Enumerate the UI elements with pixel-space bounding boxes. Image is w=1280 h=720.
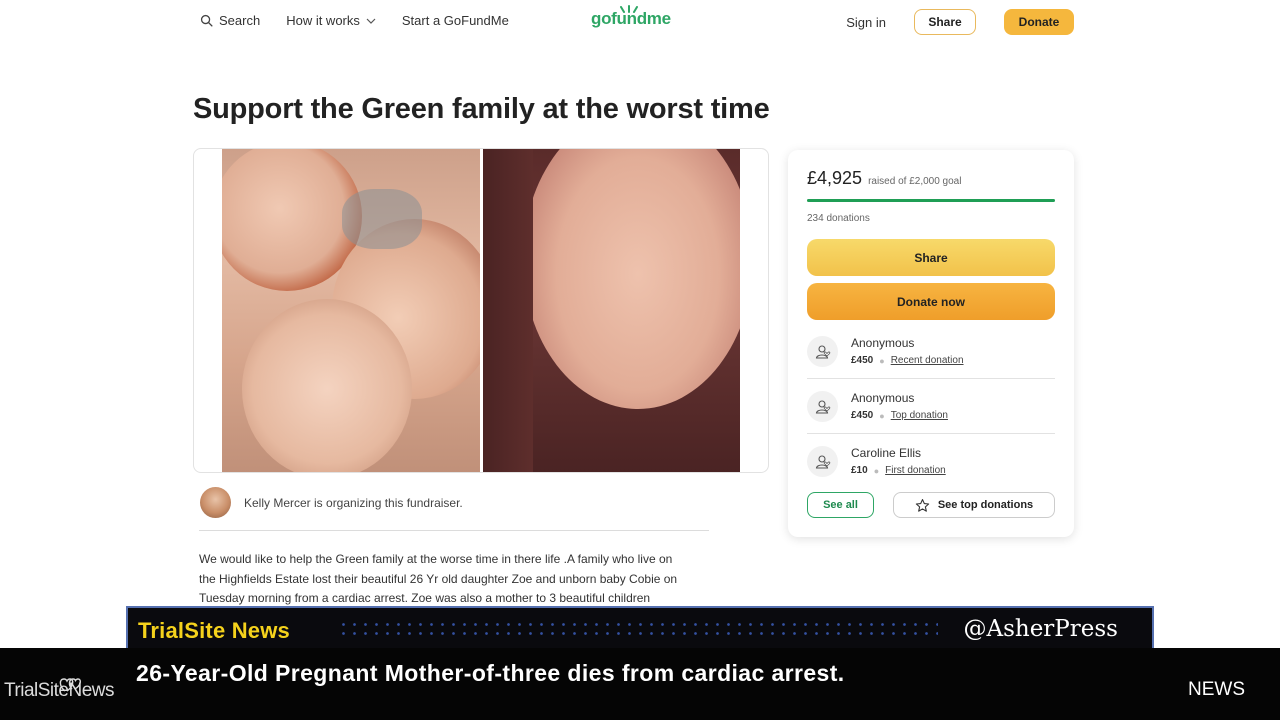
- see-top-donations-button[interactable]: See top donations: [893, 492, 1055, 518]
- header-donate-button[interactable]: Donate: [1004, 9, 1074, 35]
- how-it-works-label: How it works: [286, 13, 360, 28]
- news-ticker-top: TrialSite News @AsherPress: [126, 606, 1154, 649]
- story-line: the Highfields Estate lost their beautif…: [199, 571, 678, 586]
- donor-amount: £10: [851, 465, 868, 476]
- user-heart-icon: [815, 454, 830, 469]
- donor-name: Caroline Ellis: [851, 446, 922, 460]
- separator-dot: ●: [873, 465, 880, 476]
- donor-avatar: [807, 336, 838, 367]
- campaign-title: Support the Green family at the worst ti…: [193, 93, 770, 125]
- organizer-divider: [199, 530, 709, 531]
- progress-bar: [807, 199, 1055, 202]
- nav-left: Search How it works Start a GoFundMe: [200, 13, 535, 28]
- donor-item[interactable]: Anonymous £450 ● Recent donation: [807, 330, 1055, 385]
- ticker-dot-pattern: [338, 620, 938, 638]
- donation-count: 234 donations: [807, 213, 870, 224]
- sprout-icon: [620, 5, 638, 13]
- mother-photo: [483, 149, 740, 472]
- start-fundraiser-link[interactable]: Start a GoFundMe: [402, 13, 509, 28]
- campaign-story: We would like to help the Green family a…: [199, 550, 719, 609]
- donor-divider: [807, 378, 1055, 379]
- separator-dot: ●: [879, 355, 885, 366]
- donor-item[interactable]: Anonymous £450 ● Top donation: [807, 385, 1055, 440]
- separator-dot: ●: [879, 410, 885, 421]
- donor-meta: £10 ● First donation: [851, 465, 946, 476]
- donor-meta: £450 ● Recent donation: [851, 355, 964, 366]
- see-all-button[interactable]: See all: [807, 492, 874, 518]
- search-link[interactable]: Search: [200, 13, 260, 28]
- donor-tag[interactable]: Recent donation: [891, 355, 964, 366]
- donor-avatar: [807, 391, 838, 422]
- donor-amount: £450: [851, 355, 874, 366]
- progress-fill: [807, 199, 1055, 202]
- news-ticker-main: 26-Year-Old Pregnant Mother-of-three die…: [0, 648, 1280, 720]
- donation-panel: £4,925 raised of £2,000 goal 234 donatio…: [788, 150, 1074, 537]
- header-share-button[interactable]: Share: [914, 9, 976, 35]
- story-line: We would like to help the Green family a…: [199, 552, 673, 566]
- chevron-down-icon: [366, 18, 376, 24]
- user-heart-icon: [815, 344, 830, 359]
- raised-amount: £4,925: [807, 168, 863, 188]
- corner-logo: TrialSiteNews: [4, 678, 115, 702]
- search-label: Search: [219, 13, 261, 28]
- social-handle: @AsherPress: [963, 616, 1118, 642]
- donor-item[interactable]: Caroline Ellis £10 ● First donation: [807, 440, 1055, 495]
- user-heart-icon: [815, 399, 830, 414]
- top-nav: Search How it works Start a GoFundMe gof…: [0, 0, 1280, 46]
- children-photo: [222, 149, 480, 472]
- organizer-text: Kelly Mercer is organizing this fundrais…: [244, 495, 463, 510]
- gofundme-logo[interactable]: gofundme: [591, 5, 671, 29]
- see-top-label: See top donations: [937, 499, 1034, 511]
- start-label: Start a GoFundMe: [401, 13, 509, 28]
- donor-meta: £450 ● Top donation: [851, 410, 948, 421]
- organizer-avatar: [200, 487, 231, 518]
- raised-goal: raised of £2,000 goal: [868, 176, 962, 187]
- news-headline: 26-Year-Old Pregnant Mother-of-three die…: [136, 660, 845, 686]
- campaign-photo[interactable]: [193, 148, 769, 473]
- donor-amount: £450: [851, 410, 874, 421]
- donate-now-button[interactable]: Donate now: [807, 283, 1055, 320]
- search-icon: [200, 14, 213, 27]
- sign-in-link[interactable]: Sign in: [846, 15, 886, 30]
- donor-divider: [807, 433, 1055, 434]
- donor-name: Anonymous: [851, 336, 915, 350]
- donor-avatar: [807, 446, 838, 477]
- share-button[interactable]: Share: [807, 239, 1055, 276]
- how-it-works-menu[interactable]: How it works: [286, 13, 376, 28]
- donor-name: Anonymous: [851, 391, 915, 405]
- hearts-logo-icon: [59, 678, 82, 692]
- nav-right: Sign in Share Donate: [846, 9, 1074, 35]
- news-brand: TrialSite News: [138, 618, 290, 643]
- donor-tag[interactable]: Top donation: [891, 410, 948, 421]
- raised-summary: £4,925 raised of £2,000 goal: [807, 168, 961, 189]
- star-icon: [915, 498, 930, 512]
- donor-tag[interactable]: First donation: [885, 465, 946, 476]
- organizer-row[interactable]: Kelly Mercer is organizing this fundrais…: [200, 487, 463, 518]
- news-section-label: NEWS: [1188, 679, 1245, 700]
